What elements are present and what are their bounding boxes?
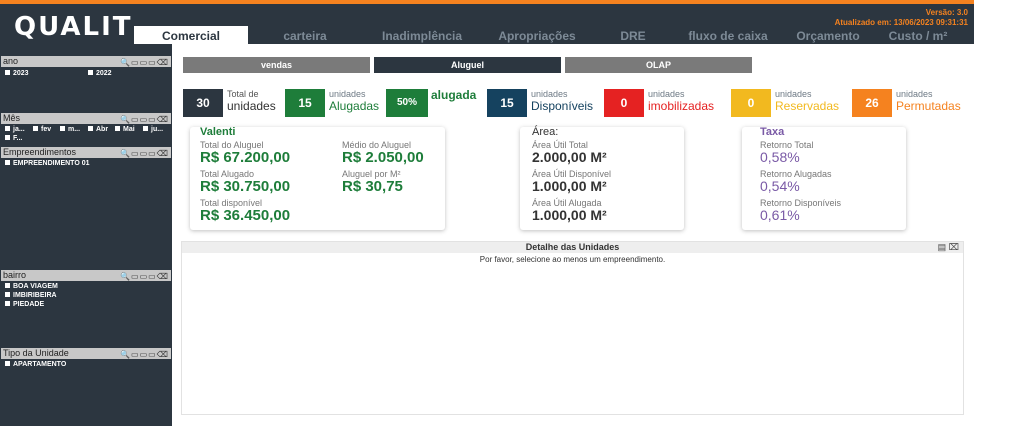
area-total-value: 2.000,00 M²: [532, 149, 607, 165]
filter-item[interactable]: Abr: [88, 126, 108, 134]
filter-mes-header: Mês 🔍▭▭▭⌫: [1, 113, 171, 124]
filter-tipo-header: Tipo da Unidade 🔍▭▭▭⌫: [1, 348, 171, 359]
filter-empreendimentos-header: Empreendimentos 🔍▭▭▭⌫: [1, 147, 171, 158]
filter-item[interactable]: 2023: [5, 70, 29, 78]
kpi-imobilizadas-label: unidades imobilizadas: [648, 89, 715, 113]
retorno-disponiveis-value: 0,61%: [760, 207, 800, 223]
tab-orcamento[interactable]: Orçamento: [788, 26, 868, 46]
filter-item[interactable]: F...: [5, 135, 22, 143]
taxa-title: Taxa: [760, 126, 785, 138]
detail-title: Detalhe das Unidades: [182, 242, 963, 253]
detail-message: Por favor, selecione ao menos um empreen…: [479, 255, 666, 264]
total-aluguel-value: R$ 67.200,00: [200, 149, 291, 166]
aluguel-button[interactable]: Aluguel: [374, 57, 561, 73]
retorno-alugadas-value: 0,54%: [760, 178, 800, 194]
filter-ano-title: ano: [3, 56, 19, 66]
kpi-permutadas-label: unidades Permutadas: [896, 89, 961, 113]
filter-tipo-title: Tipo da Unidade: [3, 348, 69, 358]
area-alugada-value: 1.000,00 M²: [532, 207, 607, 223]
filter-bairro-header: bairro 🔍▭▭▭⌫: [1, 270, 171, 281]
filter-item[interactable]: ja...: [5, 126, 25, 134]
medio-aluguel-value: R$ 2.050,00: [342, 149, 424, 166]
filter-item[interactable]: APARTAMENTO: [5, 361, 66, 369]
filter-toolbar-icons[interactable]: 🔍▭▭▭⌫: [120, 114, 169, 125]
kpi-imobilizadas-value: 0: [604, 89, 644, 117]
area-card: Área: Área Útil Total 2.000,00 M² Área Ú…: [520, 126, 684, 230]
filter-item[interactable]: IMBIRIBEIRA: [5, 292, 57, 300]
vendas-button[interactable]: vendas: [183, 57, 370, 73]
updated-label: Atualizado em: 13/06/2023 09:31:31: [834, 18, 968, 27]
filter-item[interactable]: ju...: [143, 126, 163, 134]
total-disponivel-value: R$ 36.450,00: [200, 207, 291, 224]
kpi-reservadas-value: 0: [731, 89, 771, 117]
tab-carteira[interactable]: carteira: [270, 26, 340, 46]
kpi-alugadas-value: 15: [285, 89, 325, 117]
retorno-total-value: 0,58%: [760, 149, 800, 165]
tab-inadimplencia[interactable]: Inadimplência: [372, 26, 472, 46]
filter-ano-header: ano 🔍▭▭▭⌫: [1, 56, 171, 67]
kpi-alugadas-label: unidades Alugadas: [329, 89, 380, 113]
filter-toolbar-icons[interactable]: 🔍▭▭▭⌫: [120, 271, 169, 282]
detail-panel: Detalhe das Unidades ▤ ⌧ Por favor, sele…: [181, 241, 964, 415]
filter-item[interactable]: Mai: [115, 126, 135, 134]
area-disponivel-value: 1.000,00 M²: [532, 178, 607, 194]
filter-item[interactable]: fev: [33, 126, 51, 134]
kpi-disponiveis-label: unidades Disponíveis: [531, 89, 594, 113]
tab-fluxo-de-caixa[interactable]: fluxo de caixa: [680, 26, 776, 46]
filter-sidebar: ano 🔍▭▭▭⌫ 2023 2022 Mês 🔍▭▭▭⌫ ja... fev …: [0, 44, 172, 426]
filter-item[interactable]: EMPREENDIMENTO 01: [5, 160, 90, 168]
filter-item[interactable]: BOA VIAGEM: [5, 283, 58, 291]
filter-bairro-title: bairro: [3, 270, 27, 280]
export-icon[interactable]: ▤ ⌧: [938, 242, 959, 253]
olap-button[interactable]: OLAP: [565, 57, 752, 73]
filter-item[interactable]: PIEDADE: [5, 301, 44, 309]
tab-custo-m2[interactable]: Custo / m²: [878, 26, 958, 46]
valenti-card: Valenti Total do Aluguel R$ 67.200,00 Mé…: [190, 126, 445, 230]
area-title: Área:: [532, 126, 559, 138]
filter-empreendimentos-title: Empreendimentos: [3, 147, 77, 157]
version-info: Versão: 3.0 Atualizado em: 13/06/2023 09…: [835, 8, 968, 28]
taxa-card: Taxa Retorno Total 0,58% Retorno Alugada…: [742, 126, 906, 230]
tab-dre[interactable]: DRE: [608, 26, 658, 46]
version-label: Versão: 3.0: [925, 8, 968, 17]
kpi-total-label: Total de unidades: [227, 89, 276, 113]
kpi-pct-label: alugada: [431, 88, 477, 102]
aluguel-m2-value: R$ 30,75: [342, 178, 403, 195]
kpi-pct-value: 50%: [386, 89, 428, 117]
kpi-reservadas-label: unidades Reservadas: [775, 89, 840, 113]
kpi-total-value: 30: [183, 89, 223, 117]
app-logo: QUALIT: [14, 12, 133, 42]
tab-apropriacoes[interactable]: Apropriações: [490, 26, 584, 46]
kpi-permutadas-value: 26: [852, 89, 892, 117]
top-bar: QUALIT Comercial carteira Inadimplência …: [0, 0, 974, 48]
filter-toolbar-icons[interactable]: 🔍▭▭▭⌫: [120, 148, 169, 159]
total-alugado-value: R$ 30.750,00: [200, 178, 291, 195]
filter-toolbar-icons[interactable]: 🔍▭▭▭⌫: [120, 349, 169, 360]
filter-item[interactable]: 2022: [88, 70, 112, 78]
filter-toolbar-icons[interactable]: 🔍▭▭▭⌫: [120, 57, 169, 68]
kpi-disponiveis-value: 15: [487, 89, 527, 117]
filter-item[interactable]: m...: [60, 126, 80, 134]
filter-mes-title: Mês: [3, 113, 21, 123]
valenti-title: Valenti: [200, 126, 236, 138]
